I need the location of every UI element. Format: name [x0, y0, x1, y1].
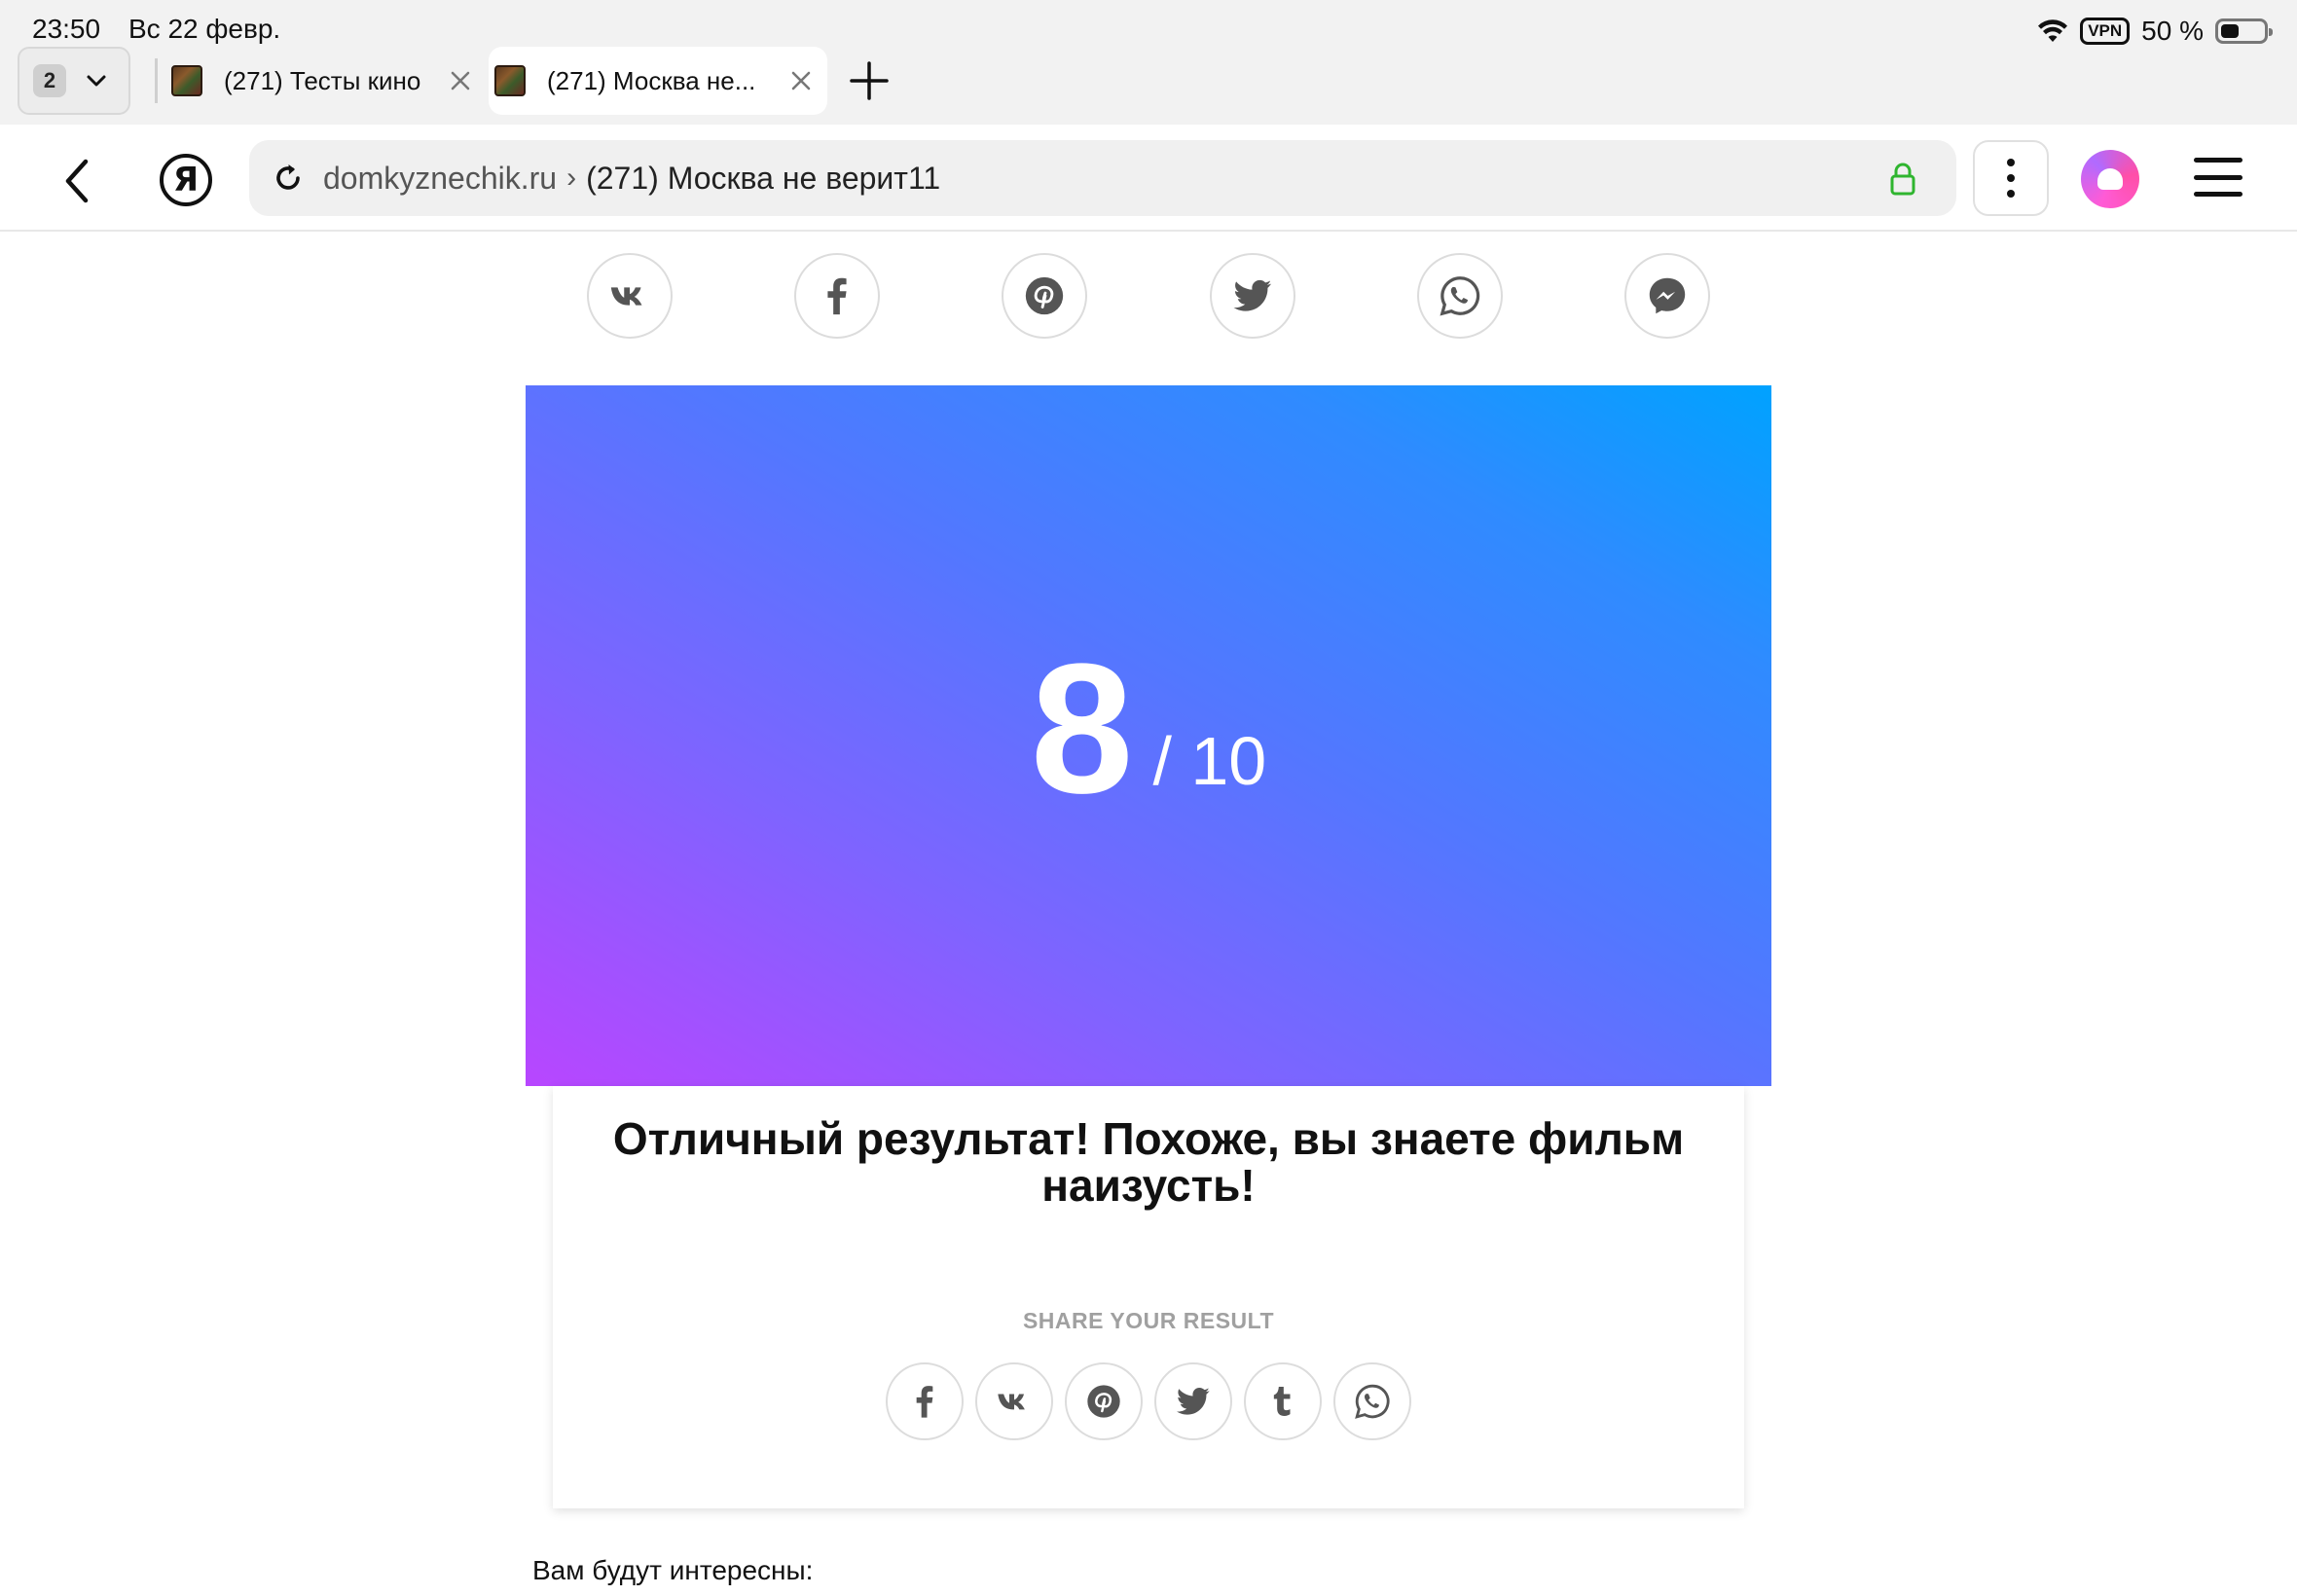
- address-field[interactable]: domkyznechik.ru › (271) Москва не верит1…: [249, 140, 1956, 216]
- tab-title: (271) Тесты кино: [224, 65, 421, 95]
- result-card: Отличный результат! Похоже, вы знаете фи…: [553, 1086, 1744, 1508]
- recommendations-label: Вам будут интересны:: [532, 1555, 814, 1585]
- tab-tests-kino[interactable]: (271) Тесты кино: [165, 47, 487, 115]
- share-result-label: SHARE YOUR RESULT: [1022, 1308, 1275, 1333]
- navigation-bar: Я domkyznechik.ru › (271) Москва не вери…: [0, 125, 2297, 232]
- url-separator: ›: [566, 162, 577, 194]
- twitter-icon: [1177, 1388, 1210, 1415]
- yandex-logo-letter: Я: [172, 161, 200, 200]
- score-value: 8: [1030, 626, 1134, 832]
- status-date: Вс 22 февр.: [128, 14, 281, 44]
- close-icon[interactable]: [444, 64, 477, 97]
- share-result-vk-button[interactable]: [975, 1362, 1053, 1440]
- share-vk-button[interactable]: [587, 253, 673, 339]
- result-share-row: [886, 1362, 1411, 1440]
- share-result-pinterest-button[interactable]: [1065, 1362, 1143, 1440]
- alice-icon[interactable]: [2081, 150, 2139, 208]
- tumblr-icon: [1273, 1387, 1291, 1416]
- pinterest-icon: [1025, 276, 1064, 315]
- site-favicon-icon: [494, 65, 526, 96]
- share-pinterest-button[interactable]: [1002, 253, 1087, 339]
- whatsapp-icon: [1440, 276, 1480, 316]
- vk-icon: [998, 1394, 1025, 1410]
- hamburger-icon[interactable]: [2194, 158, 2242, 197]
- url-host: domkyznechik.ru: [323, 160, 558, 196]
- share-twitter-button[interactable]: [1210, 253, 1295, 339]
- tab-divider: [155, 58, 158, 103]
- status-bar: 23:50 Вс 22 февр. VPN 50 %: [0, 0, 2297, 47]
- pinterest-icon: [1087, 1385, 1120, 1418]
- top-share-row: [587, 253, 1710, 339]
- facebook-icon: [916, 1386, 933, 1418]
- close-icon[interactable]: [784, 64, 818, 97]
- share-result-tumblr-button[interactable]: [1244, 1362, 1322, 1440]
- result-banner: 8 / 10: [526, 385, 1771, 1086]
- share-result-whatsapp-button[interactable]: [1333, 1362, 1411, 1440]
- tab-bar: 2 (271) Тесты кино (271) Москва не...: [0, 47, 2297, 125]
- result-message: Отличный результат! Похоже, вы знаете фи…: [612, 1113, 1685, 1211]
- yandex-logo-button[interactable]: Я: [160, 154, 212, 206]
- battery-percent: 50 %: [2141, 16, 2204, 46]
- chevron-down-icon: [87, 75, 106, 87]
- tab-count: 2: [33, 64, 66, 97]
- new-tab-plus-icon[interactable]: [849, 60, 890, 101]
- tab-title: (271) Москва не...: [547, 65, 756, 95]
- share-result-facebook-button[interactable]: [886, 1362, 964, 1440]
- score-total: / 10: [1152, 723, 1267, 799]
- share-messenger-button[interactable]: [1624, 253, 1710, 339]
- lock-icon[interactable]: [1888, 162, 1917, 197]
- share-result-twitter-button[interactable]: [1154, 1362, 1232, 1440]
- battery-level: [2221, 24, 2239, 38]
- url-page-title: (271) Москва не верит11: [586, 160, 941, 196]
- wifi-icon: [2038, 19, 2068, 42]
- status-time: 23:50: [32, 14, 101, 44]
- twitter-icon: [1233, 279, 1272, 311]
- facebook-icon: [827, 277, 847, 315]
- score-display: 8 / 10: [526, 385, 1771, 1086]
- chevron-left-icon[interactable]: [55, 154, 101, 208]
- vk-icon: [610, 287, 642, 306]
- tab-switcher-button[interactable]: 2: [18, 47, 130, 115]
- site-favicon-icon: [171, 65, 202, 96]
- whatsapp-icon: [1355, 1384, 1390, 1419]
- status-indicators: VPN 50 %: [2037, 14, 2273, 49]
- more-vertical-icon[interactable]: [1973, 140, 2049, 216]
- reload-icon[interactable]: [271, 161, 306, 196]
- share-whatsapp-button[interactable]: [1417, 253, 1503, 339]
- messenger-icon: [1649, 277, 1686, 314]
- battery-icon: [2215, 18, 2273, 44]
- share-facebook-button[interactable]: [794, 253, 880, 339]
- vpn-badge: VPN: [2080, 18, 2131, 45]
- tab-moskva[interactable]: (271) Москва не...: [489, 47, 827, 115]
